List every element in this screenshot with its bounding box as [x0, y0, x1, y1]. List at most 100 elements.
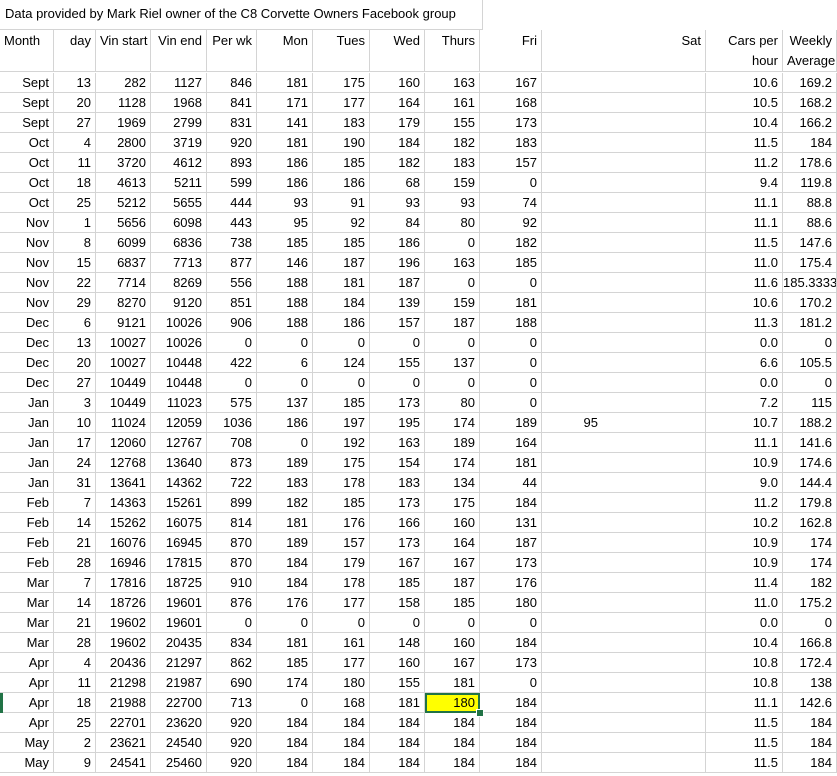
cell-fri[interactable]: 168	[480, 93, 542, 113]
cell-vin-end[interactable]: 24540	[151, 733, 207, 753]
cell-fri[interactable]: 184	[480, 713, 542, 733]
cell-sat[interactable]	[542, 153, 706, 173]
cell-fri[interactable]: 0	[480, 333, 542, 353]
cell-fri[interactable]: 184	[480, 693, 542, 713]
cell-per-wk[interactable]: 575	[207, 393, 257, 413]
cell-per-wk[interactable]: 0	[207, 613, 257, 633]
cell-sat[interactable]	[542, 473, 706, 493]
cell-weekly-average[interactable]: 174	[783, 533, 837, 553]
cell-cars-per-hour[interactable]: 0.0	[706, 373, 783, 393]
cell-weekly-average[interactable]: 147.6	[783, 233, 837, 253]
cell-vin-end[interactable]: 6098	[151, 213, 207, 233]
cell-weekly-average[interactable]: 105.5	[783, 353, 837, 373]
cell-vin-end[interactable]: 5655	[151, 193, 207, 213]
cell-mon[interactable]: 0	[257, 373, 313, 393]
cell-thurs[interactable]: 184	[425, 713, 480, 733]
cell-mon[interactable]: 141	[257, 113, 313, 133]
cell-day[interactable]: 10	[54, 413, 96, 433]
cell-thurs[interactable]: 160	[425, 513, 480, 533]
cell-day[interactable]: 20	[54, 93, 96, 113]
cell-fri[interactable]: 0	[480, 353, 542, 373]
cell-vin-end[interactable]: 21297	[151, 653, 207, 673]
cell-per-wk[interactable]: 708	[207, 433, 257, 453]
header-tues[interactable]: Tues	[313, 30, 370, 72]
cell-tues[interactable]: 168	[313, 693, 370, 713]
cell-vin-start[interactable]: 14363	[96, 493, 151, 513]
cell-month[interactable]: Jan	[0, 473, 54, 493]
cell-wed[interactable]: 184	[370, 133, 425, 153]
cell-month[interactable]: Dec	[0, 333, 54, 353]
cell-cars-per-hour[interactable]: 9.4	[706, 173, 783, 193]
cell-sat[interactable]	[542, 593, 706, 613]
cell-day[interactable]: 4	[54, 653, 96, 673]
cell-month[interactable]: Dec	[0, 313, 54, 333]
header-thurs[interactable]: Thurs	[425, 30, 480, 72]
cell-month[interactable]: Feb	[0, 533, 54, 553]
cell-day[interactable]: 25	[54, 713, 96, 733]
cell-mon[interactable]: 184	[257, 553, 313, 573]
cell-fri[interactable]: 188	[480, 313, 542, 333]
cell-cars-per-hour[interactable]: 11.2	[706, 153, 783, 173]
cell-vin-start[interactable]: 10027	[96, 333, 151, 353]
header-vin-end[interactable]: Vin end	[151, 30, 207, 72]
cell-fri[interactable]: 180	[480, 593, 542, 613]
cell-day[interactable]: 8	[54, 233, 96, 253]
cell-tues[interactable]: 180	[313, 673, 370, 693]
cell-cars-per-hour[interactable]: 10.9	[706, 553, 783, 573]
cell-month[interactable]: Apr	[0, 693, 54, 713]
cell-month[interactable]: Jan	[0, 433, 54, 453]
cell-fri[interactable]: 44	[480, 473, 542, 493]
cell-cars-per-hour[interactable]: 11.5	[706, 733, 783, 753]
cell-thurs[interactable]: 163	[425, 73, 480, 93]
cell-tues[interactable]: 181	[313, 273, 370, 293]
cell-wed[interactable]: 68	[370, 173, 425, 193]
cell-vin-end[interactable]: 15261	[151, 493, 207, 513]
cell-vin-start[interactable]: 21988	[96, 693, 151, 713]
cell-fri[interactable]: 184	[480, 753, 542, 773]
cell-cars-per-hour[interactable]: 11.4	[706, 573, 783, 593]
cell-weekly-average[interactable]: 144.4	[783, 473, 837, 493]
cell-vin-end[interactable]: 11023	[151, 393, 207, 413]
cell-wed[interactable]: 184	[370, 753, 425, 773]
cell-thurs[interactable]: 159	[425, 293, 480, 313]
cell-day[interactable]: 31	[54, 473, 96, 493]
cell-cars-per-hour[interactable]: 11.5	[706, 753, 783, 773]
cell-weekly-average[interactable]: 166.8	[783, 633, 837, 653]
cell-vin-start[interactable]: 12768	[96, 453, 151, 473]
cell-fri[interactable]: 157	[480, 153, 542, 173]
cell-per-wk[interactable]: 910	[207, 573, 257, 593]
cell-mon[interactable]: 176	[257, 593, 313, 613]
cell-fri[interactable]: 0	[480, 173, 542, 193]
cell-per-wk[interactable]: 841	[207, 93, 257, 113]
cell-vin-start[interactable]: 19602	[96, 633, 151, 653]
cell-month[interactable]: May	[0, 753, 54, 773]
cell-thurs[interactable]: 0	[425, 273, 480, 293]
cell-vin-end[interactable]: 10026	[151, 333, 207, 353]
cell-vin-start[interactable]: 15262	[96, 513, 151, 533]
cell-sat[interactable]	[542, 253, 706, 273]
cell-thurs[interactable]: 187	[425, 313, 480, 333]
cell-per-wk[interactable]: 814	[207, 513, 257, 533]
cell-per-wk[interactable]: 713	[207, 693, 257, 713]
cell-cars-per-hour[interactable]: 11.2	[706, 493, 783, 513]
cell-tues[interactable]: 179	[313, 553, 370, 573]
cell-wed[interactable]: 84	[370, 213, 425, 233]
cell-fri[interactable]: 0	[480, 393, 542, 413]
cell-per-wk[interactable]: 862	[207, 653, 257, 673]
cell-mon[interactable]: 188	[257, 293, 313, 313]
cell-vin-start[interactable]: 22701	[96, 713, 151, 733]
cell-wed[interactable]: 0	[370, 613, 425, 633]
cell-wed[interactable]: 173	[370, 493, 425, 513]
cell-mon[interactable]: 181	[257, 633, 313, 653]
cell-month[interactable]: Mar	[0, 633, 54, 653]
cell-vin-start[interactable]: 282	[96, 73, 151, 93]
cell-per-wk[interactable]: 0	[207, 373, 257, 393]
cell-vin-end[interactable]: 19601	[151, 593, 207, 613]
cell-per-wk[interactable]: 722	[207, 473, 257, 493]
cell-day[interactable]: 14	[54, 513, 96, 533]
cell-per-wk[interactable]: 851	[207, 293, 257, 313]
cell-sat[interactable]	[542, 93, 706, 113]
cell-per-wk[interactable]: 873	[207, 453, 257, 473]
cell-vin-end[interactable]: 14362	[151, 473, 207, 493]
cell-fri[interactable]: 92	[480, 213, 542, 233]
